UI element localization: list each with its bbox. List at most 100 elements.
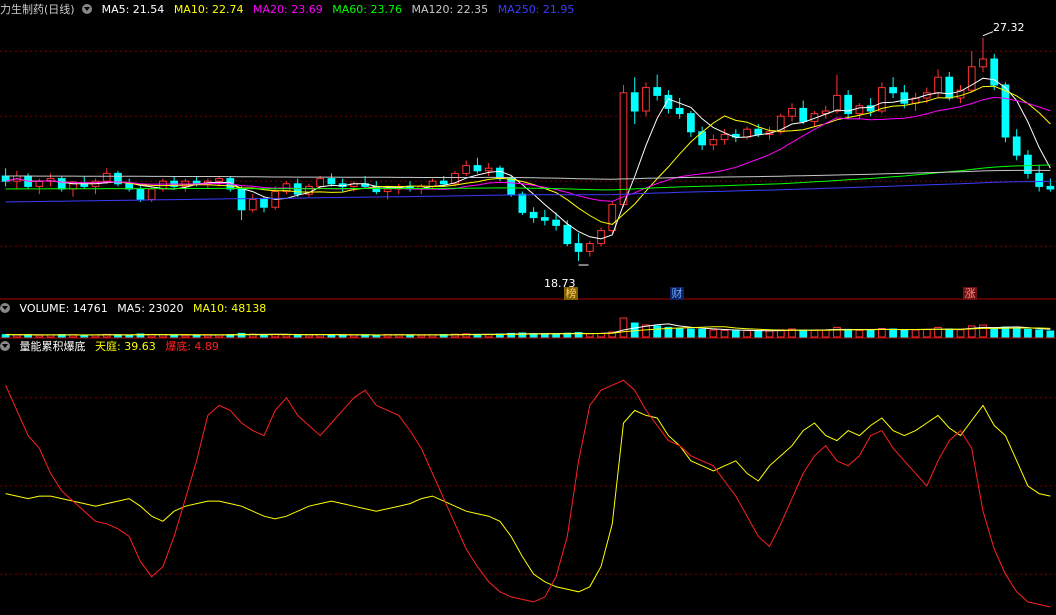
- indicator-name: 量能累积爆底: [19, 340, 86, 353]
- candle-body: [788, 107, 796, 117]
- vol-ma5-readout: MA5: 23020: [117, 302, 184, 315]
- candle-body: [720, 133, 729, 141]
- ma20-readout: MA20: 23.69: [253, 3, 323, 16]
- candle-body: [833, 94, 841, 112]
- event-marker-cai[interactable]: 财: [670, 287, 684, 300]
- candle-body: [518, 193, 527, 213]
- volume-bar: [338, 334, 347, 338]
- tianting-readout: 天庭: 39.63: [95, 340, 156, 353]
- volume-bar: [720, 329, 729, 338]
- candle-body: [855, 105, 864, 115]
- candle-body: [35, 180, 44, 187]
- event-marker-zhang[interactable]: 涨: [963, 287, 977, 300]
- volume-bar: [821, 329, 830, 338]
- volume-bar: [833, 326, 841, 338]
- volume-bar: [237, 332, 246, 338]
- chevron-down-icon[interactable]: [0, 303, 10, 313]
- volume-bar: [855, 329, 864, 338]
- ma-line-ma120: [5, 169, 1051, 180]
- volume-bar: [181, 334, 190, 338]
- candle-body: [215, 178, 223, 182]
- volume-bar: [810, 329, 819, 338]
- indicator-header: 量能累积爆底 天庭: 39.63 爆底: 4.89: [0, 339, 225, 355]
- volume-bar: [709, 329, 718, 338]
- candle-body: [1012, 136, 1021, 156]
- candle-body: [428, 180, 437, 187]
- indicator-line-tianting: [5, 404, 1051, 593]
- candle-body: [979, 58, 987, 68]
- volume-bar: [170, 334, 178, 338]
- volume-bar: [417, 334, 426, 338]
- volume-bar: [293, 334, 302, 338]
- volume-bar: [844, 328, 853, 338]
- volume-bar: [1024, 328, 1032, 338]
- candle-body: [619, 92, 628, 206]
- volume-bar: [754, 330, 763, 338]
- volume-bar: [552, 333, 560, 338]
- volume-bar: [889, 328, 897, 338]
- volume-bar: [35, 334, 44, 338]
- candle-body: [597, 230, 605, 245]
- volume-bar: [765, 330, 774, 338]
- candle-body: [1001, 84, 1010, 138]
- candle-body: [743, 128, 751, 138]
- stock-title: 力生制药(日线): [0, 3, 75, 16]
- candle-body: [608, 204, 617, 232]
- candle-body: [799, 107, 808, 122]
- candle-body: [57, 178, 66, 190]
- candle-body: [675, 107, 684, 115]
- volume-header: VOLUME: 14761 MA5: 23020 MA10: 48138: [0, 301, 272, 317]
- candle-body: [664, 94, 673, 109]
- volume-bar: [585, 333, 594, 338]
- candle-body: [136, 188, 145, 200]
- high-pointer: [982, 31, 994, 37]
- candle-body: [462, 165, 471, 174]
- candle-body: [69, 183, 77, 190]
- volume-bar: [900, 329, 909, 338]
- candle-body: [945, 76, 954, 99]
- event-marker-bang[interactable]: 榜: [564, 287, 578, 300]
- candle-body: [507, 178, 516, 195]
- ma-line-ma10: [5, 85, 1051, 225]
- volume-bar: [956, 329, 965, 338]
- candle-body: [563, 224, 572, 245]
- high-price-label: 27.32: [993, 21, 1025, 34]
- candle-body: [552, 219, 560, 226]
- candle-body: [1046, 185, 1055, 190]
- volume-bar: [282, 334, 291, 338]
- candle-body: [630, 92, 639, 112]
- volume-bar: [675, 328, 684, 338]
- candle-body: [687, 113, 695, 133]
- ma-line-ma5: [5, 77, 1051, 240]
- volume-bar: [1012, 328, 1021, 338]
- candle-body: [900, 92, 909, 104]
- candle-body: [102, 172, 111, 182]
- volume-bar: [967, 325, 976, 338]
- volume-bar: [979, 324, 987, 338]
- candle-body: [653, 87, 662, 96]
- candle-body: [1035, 172, 1044, 187]
- ma250-readout: MA250: 21.95: [497, 3, 575, 16]
- volume-bar: [1035, 329, 1044, 338]
- candle-body: [316, 178, 325, 187]
- candle-body: [585, 243, 594, 252]
- chevron-down-icon[interactable]: [0, 341, 10, 351]
- candle-body: [529, 211, 538, 219]
- candle-body: [237, 188, 246, 211]
- candle-body: [709, 139, 718, 146]
- vol-ma10-readout: MA10: 48138: [192, 302, 267, 315]
- volume-bar: [866, 329, 875, 338]
- main-header: 力生制药(日线) MA5: 21.54 MA10: 22.74 MA20: 23…: [0, 2, 580, 18]
- volume-bar: [1046, 330, 1055, 338]
- candle-body: [484, 167, 493, 172]
- volume-bar: [653, 325, 662, 338]
- candle-body: [248, 198, 257, 211]
- volume-bar: [619, 317, 628, 338]
- volume-bar: [630, 322, 639, 338]
- indicator-line-baodi: [5, 379, 1051, 608]
- candle-body: [327, 178, 336, 185]
- volume-bar: [922, 329, 931, 338]
- chevron-down-icon[interactable]: [82, 4, 93, 14]
- candle-body: [260, 198, 268, 208]
- candle-body: [540, 217, 549, 221]
